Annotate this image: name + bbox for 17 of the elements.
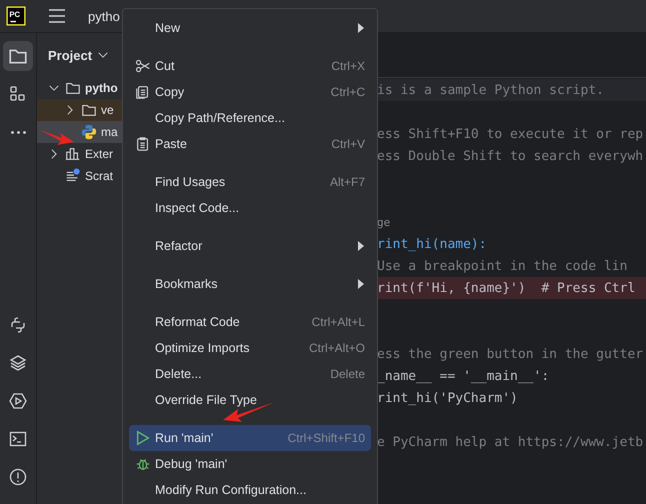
code-line: rint(f'Hi, {name}') # Press Ctrl xyxy=(377,280,636,296)
app-logo: PC xyxy=(6,6,26,26)
code-line: ge xyxy=(377,216,390,228)
code-line: e PyCharm help at https://www.jetb xyxy=(377,434,644,450)
code-line: rint_hi(name): xyxy=(377,236,487,252)
tree-item-label: ma xyxy=(101,125,118,139)
code-line: Use a breakpoint in the code lin xyxy=(377,258,628,274)
tree-item-label: Exter xyxy=(85,147,114,161)
code-line: ess the green button in the gutter xyxy=(377,346,644,362)
tree-item-label: Scrat xyxy=(85,169,114,183)
tree-item-label: pytho xyxy=(85,81,118,95)
code-line: rint_hi('PyCharm') xyxy=(377,390,518,406)
code-line: is is a sample Python script. xyxy=(377,82,604,98)
tree-item-label: ve xyxy=(101,103,114,117)
code-line: ess Shift+F10 to execute it or rep xyxy=(377,126,644,142)
code-line: _name__ == '__main__': xyxy=(377,368,550,384)
code-line: ess Double Shift to search everywh xyxy=(377,148,644,164)
